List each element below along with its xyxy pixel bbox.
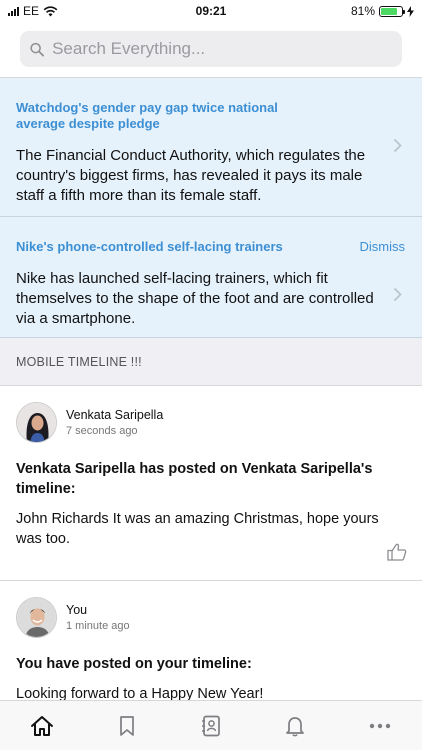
battery-icon xyxy=(379,5,405,17)
tab-contacts[interactable] xyxy=(191,706,231,746)
battery-percent: 81% xyxy=(350,4,375,18)
tab-bar xyxy=(0,700,422,750)
timeline-post[interactable]: Venkata Saripella 7 seconds ago Venkata … xyxy=(0,386,422,581)
tab-notifications[interactable] xyxy=(275,706,315,746)
carrier-label: EE xyxy=(23,4,40,18)
author-name[interactable]: You xyxy=(66,603,130,617)
news-body: Nike has launched self-lacing trainers, … xyxy=(16,270,374,327)
status-right: 81% xyxy=(351,4,414,18)
post-title: Venkata Saripella has posted on Venkata … xyxy=(16,461,373,497)
post-title: You have posted on your timeline: xyxy=(16,656,252,672)
chevron-right-icon[interactable] xyxy=(393,136,402,159)
search-icon xyxy=(30,42,44,56)
author-name[interactable]: Venkata Saripella xyxy=(66,408,163,422)
status-bar: EE 09:21 81% xyxy=(0,0,422,22)
bookmark-icon[interactable] xyxy=(119,715,135,737)
search-bar-container xyxy=(0,22,422,78)
news-title[interactable]: Nike's phone-controlled self-lacing trai… xyxy=(16,239,316,255)
clock: 09:21 xyxy=(195,4,227,18)
signal-icon xyxy=(8,6,19,16)
charging-icon xyxy=(407,5,414,17)
post-author[interactable]: Venkata Saripella 7 seconds ago xyxy=(16,402,406,443)
news-body: The Financial Conduct Authority, which r… xyxy=(16,147,366,204)
bell-icon[interactable] xyxy=(285,715,305,737)
avatar[interactable] xyxy=(16,402,57,443)
status-left: EE xyxy=(8,4,58,18)
news-card[interactable]: Nike's phone-controlled self-lacing trai… xyxy=(0,217,422,338)
dismiss-button[interactable]: Dismiss xyxy=(360,239,406,254)
thumbs-up-icon[interactable] xyxy=(387,543,407,561)
tab-home[interactable] xyxy=(22,706,62,746)
post-author[interactable]: You 1 minute ago xyxy=(16,597,406,638)
more-icon[interactable] xyxy=(369,723,391,729)
chevron-right-icon[interactable] xyxy=(393,285,402,308)
home-icon[interactable] xyxy=(30,715,54,737)
contacts-icon[interactable] xyxy=(201,715,221,737)
avatar[interactable] xyxy=(16,597,57,638)
tab-bookmarks[interactable] xyxy=(107,706,147,746)
tab-more[interactable] xyxy=(360,706,400,746)
post-body: John Richards It was an amazing Christma… xyxy=(16,511,379,547)
search-input[interactable] xyxy=(52,39,392,59)
wifi-icon xyxy=(43,5,58,16)
news-title[interactable]: Watchdog's gender pay gap twice national… xyxy=(16,100,316,132)
like-button[interactable] xyxy=(387,543,407,566)
post-timestamp: 7 seconds ago xyxy=(66,425,138,437)
news-card[interactable]: Watchdog's gender pay gap twice national… xyxy=(0,78,422,217)
post-timestamp: 1 minute ago xyxy=(66,620,130,632)
search-bar[interactable] xyxy=(20,31,402,67)
section-header: MOBILE TIMELINE !!! xyxy=(0,338,422,386)
